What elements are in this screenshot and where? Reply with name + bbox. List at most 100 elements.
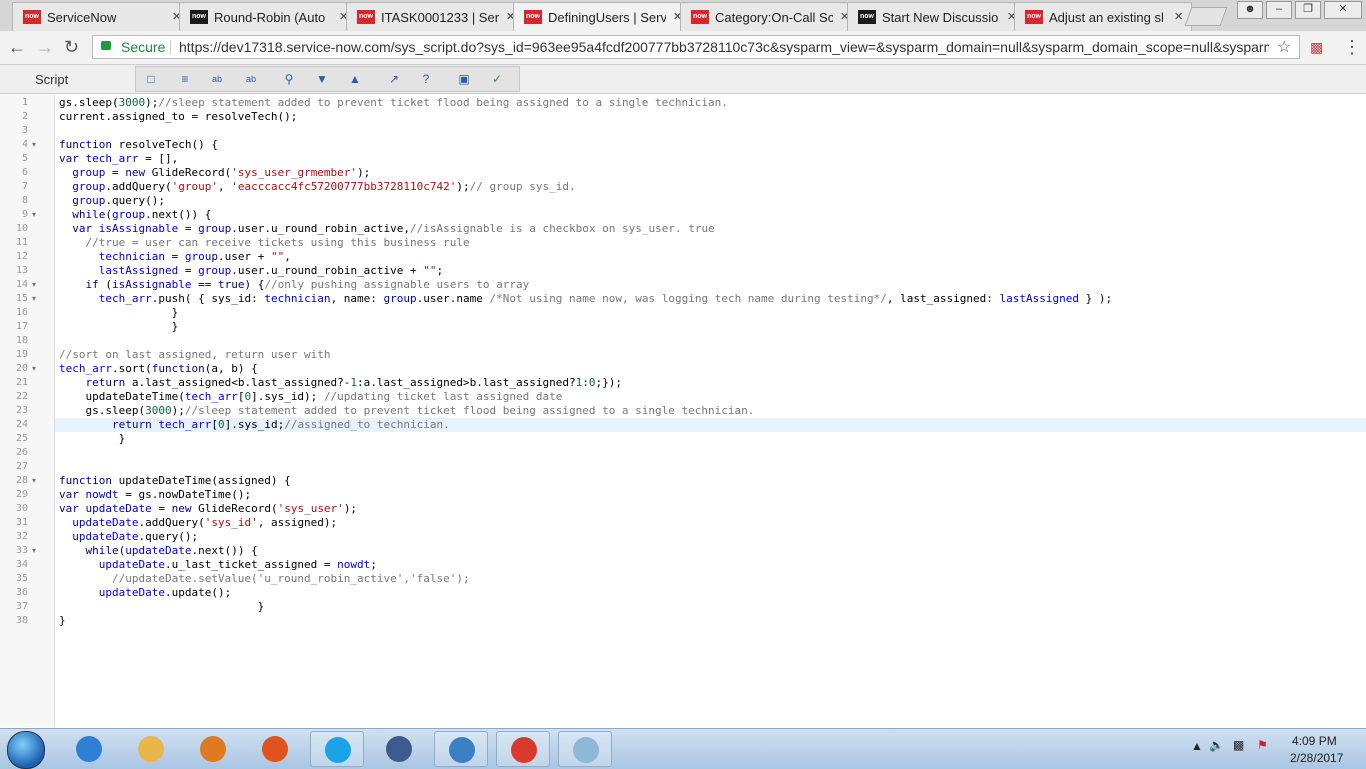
code-line[interactable]: } (59, 432, 126, 446)
tray-expand-icon[interactable]: ▲ (1191, 739, 1203, 753)
line-number: 4 (21, 139, 28, 150)
code-line[interactable]: } (59, 600, 265, 614)
code-token: 'group' (171, 180, 218, 193)
previous-icon[interactable]: ▲ (345, 70, 365, 88)
back-button[interactable]: ← (8, 37, 26, 58)
close-window-button[interactable]: ✕ (1324, 1, 1362, 19)
action-center-icon[interactable]: ⚑ (1257, 738, 1268, 752)
clock-time[interactable]: 4:09 PM (1292, 734, 1337, 748)
browser-tab[interactable]: now Start New Discussio × (847, 2, 1025, 31)
notepad-taskbar-button[interactable] (558, 731, 612, 767)
code-line[interactable]: tech_arr.sort(function(a, b) { (59, 362, 258, 376)
chrome-taskbar-button[interactable] (496, 731, 550, 767)
browser-tab[interactable]: now DefiningUsers | Serv × (513, 2, 691, 31)
code-line[interactable]: //sort on last assigned, return user wit… (59, 348, 331, 362)
fold-arrow-icon[interactable]: ▾ (32, 292, 36, 306)
code-line[interactable]: tech_arr.push( { sys_id: technician, nam… (59, 292, 1112, 306)
code-line[interactable]: var nowdt = gs.nowDateTime(); (59, 488, 251, 502)
code-line[interactable]: var isAssignable = group.user.u_round_ro… (59, 222, 714, 236)
lync-taskbar-button[interactable] (434, 731, 488, 767)
clock-date[interactable]: 2/28/2017 (1290, 751, 1343, 765)
code-token: var (72, 222, 93, 235)
url-text[interactable]: https://dev17318.service-now.com/sys_scr… (179, 39, 1269, 55)
code-line[interactable]: } (59, 614, 66, 628)
address-bar[interactable]: Secure https://dev17318.service-now.com/… (92, 35, 1300, 59)
format-icon[interactable]: ≡ (175, 70, 195, 88)
next-icon[interactable]: ▼ (312, 70, 332, 88)
ie-taskbar-button[interactable] (62, 731, 116, 767)
start-button[interactable] (7, 731, 45, 769)
close-tab-icon[interactable]: × (1174, 8, 1183, 25)
code-line[interactable]: } (59, 320, 179, 334)
browser-tab[interactable]: now ITASK0001233 | Serv × (346, 2, 524, 31)
code-token: var (59, 502, 79, 515)
pdf-extension-icon[interactable]: ▩ (1310, 39, 1323, 56)
code-line[interactable]: //true = user can receive tickets using … (59, 236, 469, 250)
code-line[interactable]: function updateDateTime(assigned) { (59, 474, 291, 488)
save-icon[interactable]: ▣ (454, 70, 474, 88)
reload-button[interactable]: ↻ (64, 37, 79, 58)
code-editor[interactable]: 1 2 3 4 ▾ 5 6 7 8 9 ▾ 10 11 12 13 14 ▾ 15 ▾ 16 17 18 19 20 ▾ 21 22… (0, 95, 1366, 727)
new-tab-button[interactable] (1184, 7, 1228, 26)
fold-arrow-icon[interactable]: ▾ (32, 362, 36, 376)
fold-arrow-icon[interactable]: ▾ (32, 278, 36, 292)
restore-button[interactable]: ❐ (1295, 1, 1321, 19)
code-line[interactable]: return a.last_assigned<b.last_assigned?-… (59, 376, 622, 390)
code-line[interactable]: group.query(); (59, 194, 165, 208)
replace-icon[interactable]: ab (207, 70, 227, 88)
code-line[interactable]: current.assigned_to = resolveTech(); (59, 110, 297, 124)
help-icon[interactable]: ? (416, 70, 436, 88)
fold-arrow-icon[interactable]: ▾ (32, 544, 36, 558)
code-line[interactable]: if (isAssignable == true) {//only pushin… (59, 278, 530, 292)
fullscreen-icon[interactable]: ↗ (384, 70, 404, 88)
comment-icon[interactable]: □ (141, 70, 161, 88)
code-line[interactable]: gs.sleep(3000);//sleep statement added t… (59, 404, 754, 418)
explorer-taskbar-button[interactable] (124, 731, 178, 767)
browser-tab[interactable]: now Category:On-Call Sc × (680, 2, 858, 31)
code-line[interactable]: while(group.next()) { (59, 208, 211, 222)
code-line[interactable]: updateDate.update(); (59, 586, 231, 600)
code-line[interactable]: function resolveTech() { (59, 138, 218, 152)
user-icon[interactable]: ☻ (1237, 1, 1263, 19)
code-line[interactable]: group = new GlideRecord('sys_user_grmemb… (59, 166, 370, 180)
fold-arrow-icon[interactable]: ▾ (32, 138, 36, 152)
syntax-check-icon[interactable]: ✓ (487, 70, 507, 88)
fold-arrow-icon[interactable]: ▾ (32, 208, 36, 222)
code-line[interactable]: while(updateDate.next()) { (59, 544, 258, 558)
code-line[interactable]: return tech_arr[0].sys_id;//assigned_to … (59, 418, 450, 432)
code-token: ); (456, 180, 470, 193)
replace-all-icon[interactable]: ab (241, 70, 261, 88)
code-line[interactable]: //updateDate.setValue('u_round_robin_act… (59, 572, 470, 586)
line-number: 20 (15, 363, 28, 374)
code-line[interactable]: updateDate.u_last_ticket_assigned = nowd… (59, 558, 377, 572)
search-icon[interactable]: ⚲ (279, 70, 299, 88)
forward-button[interactable]: → (36, 37, 54, 58)
minimize-button[interactable]: – (1266, 1, 1292, 19)
skype-taskbar-button[interactable] (310, 731, 364, 767)
volume-muted-icon[interactable]: 🔈 (1209, 738, 1224, 752)
menu-icon[interactable]: ⋮ (1343, 37, 1361, 58)
code-token: .addQuery( (105, 180, 172, 193)
code-line[interactable]: gs.sleep(3000);//sleep statement added t… (59, 96, 728, 110)
fold-arrow-icon[interactable]: ▾ (32, 474, 36, 488)
browser-tab[interactable]: now ServiceNow × (12, 2, 190, 31)
network-icon[interactable]: ▩ (1233, 738, 1244, 752)
code-line[interactable]: var updateDate = new GlideRecord('sys_us… (59, 502, 357, 516)
code-line[interactable]: updateDateTime(tech_arr[0].sys_id); //up… (59, 390, 562, 404)
code-line[interactable]: var tech_arr = [], (59, 152, 178, 166)
code-line[interactable]: group.addQuery('group', 'eacccacc4fc5720… (59, 180, 575, 194)
firefox-taskbar-button[interactable] (248, 731, 302, 767)
code-line[interactable]: technician = group.user + "", (59, 250, 291, 264)
browser-tab[interactable]: now Adjust an existing sl × (1014, 2, 1192, 31)
code-line[interactable]: lastAssigned = group.user.u_round_robin_… (59, 264, 443, 278)
thunderbird-taskbar-button[interactable] (372, 731, 426, 767)
browser-tab[interactable]: now Round-Robin (Auto × (179, 2, 357, 31)
code-line[interactable]: updateDate.addQuery('sys_id', assigned); (59, 516, 337, 530)
line-number: 16 (15, 307, 28, 318)
code-line[interactable]: updateDate.query(); (59, 530, 198, 544)
media-player-taskbar-button[interactable] (186, 731, 240, 767)
bookmark-star-icon[interactable]: ☆ (1277, 37, 1291, 57)
code-line[interactable]: } (59, 306, 179, 320)
